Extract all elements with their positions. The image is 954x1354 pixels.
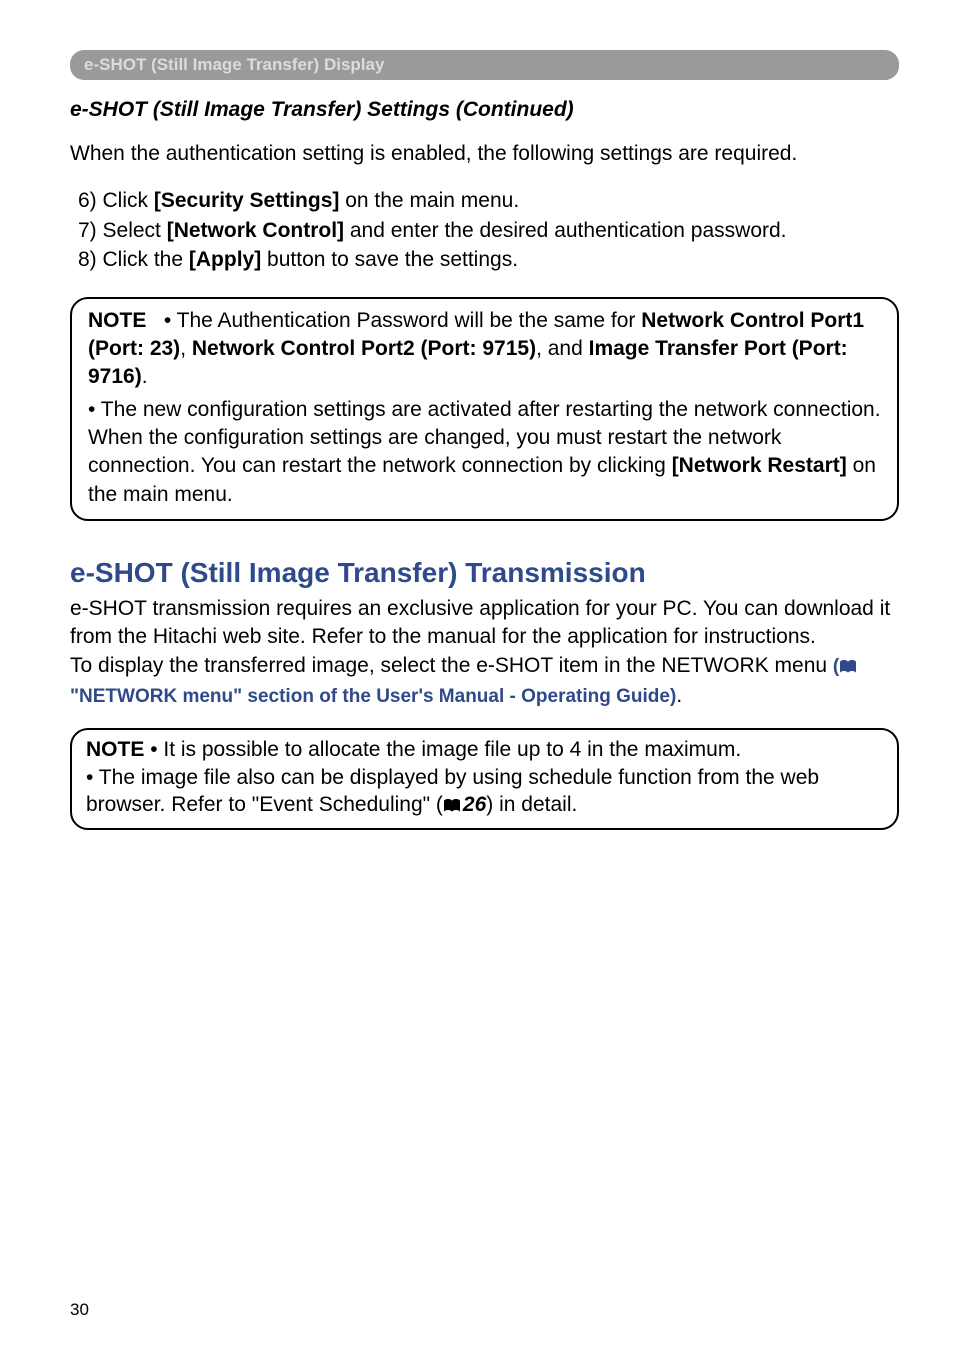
- note-label: NOTE: [88, 309, 146, 332]
- note1-p2b: [Network Restart]: [672, 454, 847, 477]
- body2-p2b: "NETWORK menu" section of the User's Man…: [70, 686, 676, 707]
- note1-p1a: • The Authentication Password will be th…: [164, 309, 641, 332]
- step8-pre: 8) Click the: [78, 248, 189, 271]
- step7-bold: [Network Control]: [167, 219, 344, 242]
- note1-p1e: , and: [536, 337, 589, 360]
- note2-ref: 26: [463, 793, 486, 816]
- note2-p2b: ) in detail.: [486, 793, 577, 816]
- section-tab-text: e-SHOT (Still Image Transfer) Display: [84, 55, 384, 74]
- step8-post: button to save the settings.: [261, 248, 518, 271]
- note2-p1: • It is possible to allocate the image f…: [150, 738, 741, 761]
- steps-list: 6) Click [Security Settings] on the main…: [70, 186, 899, 274]
- intro-text: When the authentication setting is enabl…: [70, 140, 899, 168]
- page-number: 30: [70, 1300, 89, 1320]
- note-box-2: NOTE • It is possible to allocate the im…: [70, 728, 899, 830]
- page-container: e-SHOT (Still Image Transfer) Display e-…: [0, 0, 954, 830]
- body-paragraph-2: To display the transferred image, select…: [70, 652, 899, 711]
- step8-bold: [Apply]: [189, 248, 261, 271]
- step6-pre: 6) Click: [78, 189, 154, 212]
- step7-post: and enter the desired authentication pas…: [344, 219, 786, 242]
- note1-p1c: ,: [180, 337, 192, 360]
- step7-pre: 7) Select: [78, 219, 167, 242]
- book-icon: [443, 793, 461, 820]
- subtitle: e-SHOT (Still Image Transfer) Settings (…: [70, 98, 899, 122]
- note-box-1: NOTE • The Authentication Password will …: [70, 297, 899, 521]
- body-paragraph-1: e-SHOT transmission requires an exclusiv…: [70, 595, 899, 652]
- book-icon: [839, 654, 857, 682]
- step-8: 8) Click the [Apply] button to save the …: [78, 245, 899, 274]
- body2-p2c: .: [676, 684, 682, 707]
- body2-p2a: To display the transferred image, select…: [70, 654, 833, 677]
- step-7: 7) Select [Network Control] and enter th…: [78, 216, 899, 245]
- note1-p1g: .: [142, 365, 148, 388]
- section-heading: e-SHOT (Still Image Transfer) Transmissi…: [70, 557, 899, 589]
- step6-post: on the main menu.: [339, 189, 519, 212]
- step6-bold: [Security Settings]: [154, 189, 340, 212]
- note2-label: NOTE: [86, 738, 144, 761]
- note1-p1d: Network Control Port2 (Port: 9715): [192, 337, 536, 360]
- step-6: 6) Click [Security Settings] on the main…: [78, 186, 899, 215]
- section-tab: e-SHOT (Still Image Transfer) Display: [70, 50, 899, 80]
